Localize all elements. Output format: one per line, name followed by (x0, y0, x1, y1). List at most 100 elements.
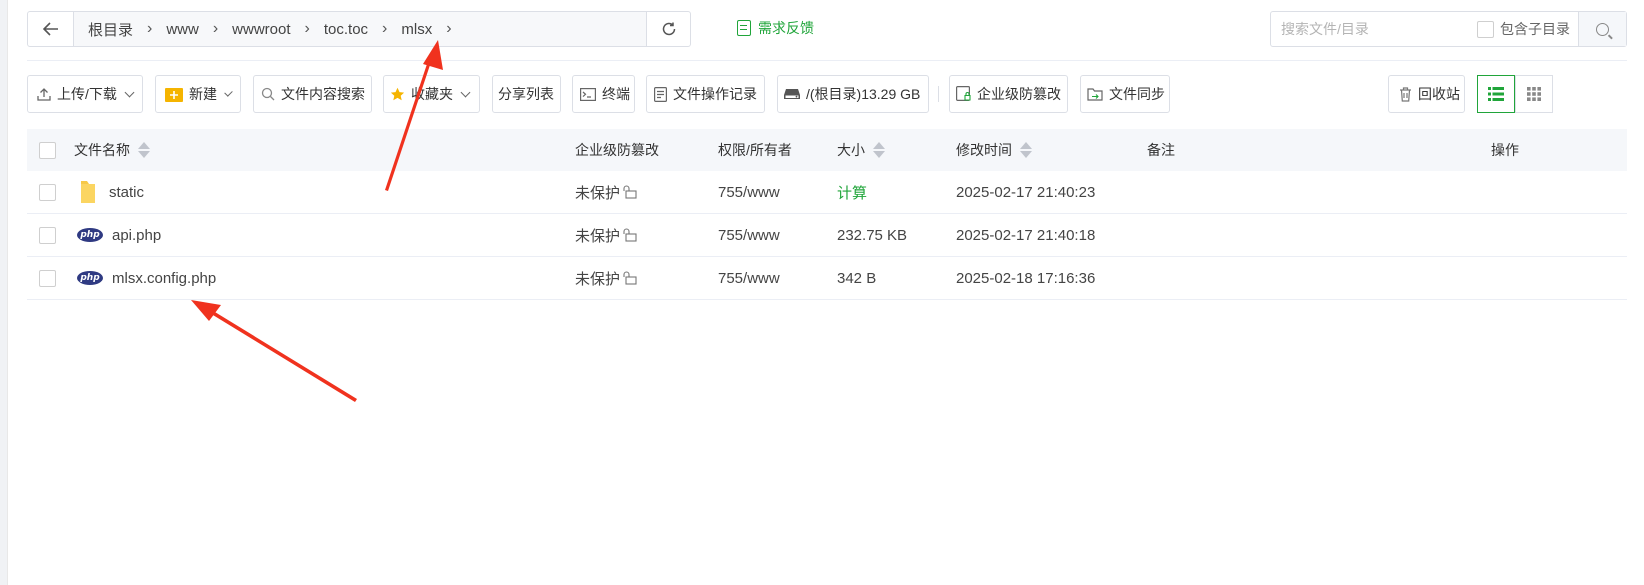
unlock-icon (623, 271, 637, 285)
column-perm: 权限/所有者 (718, 142, 792, 158)
chevron-down-icon (124, 87, 135, 97)
tamper-label: 企业级防篡改 (977, 86, 1061, 102)
column-mtime[interactable]: 修改时间 (956, 140, 1032, 160)
list-view-icon (1488, 87, 1504, 101)
disk-icon (784, 88, 800, 100)
favorites-button[interactable]: 收藏夹 (383, 75, 480, 113)
recycle-label: 回收站 (1418, 86, 1460, 102)
folder-icon (81, 181, 95, 203)
sync-folder-icon (1087, 87, 1103, 101)
tamper-protection-button[interactable]: 企业级防篡改 (949, 75, 1068, 113)
protect-status: 未保护 (575, 270, 621, 288)
file-name[interactable]: api.php (112, 227, 161, 244)
protect-status: 未保护 (575, 227, 621, 245)
search-input[interactable] (1281, 14, 1461, 44)
new-label: 新建 (189, 86, 217, 102)
protect-status: 未保护 (575, 184, 621, 202)
arrow-left-icon (42, 22, 58, 36)
table-row[interactable]: php api.php 未保护 755/www 232.75 KB 2025-0… (27, 214, 1627, 257)
table-row[interactable]: php mlsx.config.php 未保护 755/www 342 B 20… (27, 257, 1627, 300)
column-note: 备注 (1147, 142, 1175, 158)
favorites-label: 收藏夹 (411, 86, 453, 102)
search-box: 包含子目录 (1270, 11, 1627, 47)
header-mtime-label: 修改时间 (956, 142, 1012, 158)
sort-icon (138, 142, 150, 158)
file-name-cell[interactable]: static (74, 180, 144, 204)
row-checkbox[interactable] (39, 183, 56, 201)
trash-icon (1399, 86, 1412, 102)
php-file-icon: php (77, 271, 103, 285)
breadcrumb-wwwroot[interactable]: wwwroot (226, 21, 296, 38)
grid-view-button[interactable] (1515, 75, 1553, 113)
breadcrumb-toc[interactable]: toc.toc (318, 21, 374, 38)
perm-cell[interactable]: 755/www (718, 227, 780, 244)
share-list-label: 分享列表 (498, 86, 554, 102)
feedback-link[interactable]: 需求反馈 (737, 18, 814, 38)
table-row[interactable]: static 未保护 755/www 计算 2025-02-17 21:40:2… (27, 171, 1627, 214)
recycle-bin-button[interactable]: 回收站 (1388, 75, 1465, 113)
include-subdir-label: 包含子目录 (1500, 21, 1570, 37)
unlock-icon (623, 185, 637, 199)
feedback-label: 需求反馈 (758, 20, 814, 36)
file-name[interactable]: mlsx.config.php (112, 270, 216, 287)
chevron-down-icon (224, 87, 233, 97)
shield-doc-icon (956, 86, 971, 102)
protect-cell[interactable]: 未保护 (575, 268, 637, 289)
star-icon (390, 87, 405, 102)
file-manager: 根目录 › www › wwwroot › toc.toc › mlsx › 需… (27, 0, 1627, 585)
column-name[interactable]: 文件名称 (74, 140, 150, 160)
size-cell: 232.75 KB (837, 226, 908, 244)
table-header: 文件名称 企业级防篡改 权限/所有者 大小 修改时间 备注 操作 (27, 129, 1627, 171)
perm-cell[interactable]: 755/www (718, 270, 780, 287)
include-subdir-checkbox[interactable]: 包含子目录 (1477, 19, 1570, 39)
protect-cell[interactable]: 未保护 (575, 225, 637, 246)
file-name[interactable]: static (109, 184, 144, 201)
breadcrumb-root[interactable]: 根目录 (82, 19, 139, 40)
select-all-checkbox[interactable] (39, 141, 56, 159)
search-icon (261, 87, 275, 101)
terminal-button[interactable]: 终端 (572, 75, 635, 113)
search-button[interactable] (1578, 12, 1626, 46)
disk-label: /(根目录)13.29 GB (806, 86, 921, 102)
share-list-button[interactable]: 分享列表 (492, 75, 561, 113)
grid-view-icon (1527, 87, 1541, 101)
upload-download-button[interactable]: 上传/下载 (27, 75, 143, 113)
left-edge-panel (0, 0, 8, 585)
unlock-icon (623, 228, 637, 242)
header-size-label: 大小 (837, 142, 865, 158)
column-ops: 操作 (1491, 142, 1519, 158)
row-checkbox[interactable] (39, 226, 56, 244)
file-log-button[interactable]: 文件操作记录 (646, 75, 765, 113)
breadcrumb-www[interactable]: www (160, 21, 205, 38)
file-sync-button[interactable]: 文件同步 (1080, 75, 1170, 113)
sort-icon (873, 142, 885, 158)
size-cell: 342 B (837, 269, 877, 287)
disk-button[interactable]: /(根目录)13.29 GB (777, 75, 929, 113)
list-view-button[interactable] (1477, 75, 1515, 113)
mtime-cell: 2025-02-18 17:16:36 (956, 269, 1096, 287)
perm-cell[interactable]: 755/www (718, 184, 780, 201)
refresh-button[interactable] (646, 12, 690, 46)
breadcrumb-mlsx[interactable]: mlsx (395, 21, 438, 38)
new-button[interactable]: 新建 (155, 75, 241, 113)
header-divider (27, 60, 1627, 61)
protect-cell[interactable]: 未保护 (575, 182, 637, 203)
log-icon (654, 86, 667, 102)
content-search-label: 文件内容搜索 (281, 86, 365, 102)
file-name-cell[interactable]: php api.php (74, 227, 161, 244)
chevron-right-icon: › (304, 20, 310, 37)
row-checkbox[interactable] (39, 269, 56, 287)
sync-label: 文件同步 (1109, 86, 1165, 102)
file-name-cell[interactable]: php mlsx.config.php (74, 270, 216, 287)
search-icon (1596, 22, 1609, 36)
chevron-right-icon: › (446, 20, 452, 37)
calc-size-link[interactable]: 计算 (837, 182, 867, 203)
back-button[interactable] (28, 12, 74, 46)
chevron-right-icon: › (382, 20, 388, 37)
mtime-cell: 2025-02-17 21:40:18 (956, 226, 1096, 244)
terminal-icon (580, 87, 596, 101)
column-size[interactable]: 大小 (837, 140, 885, 160)
checkbox-icon (1477, 20, 1494, 38)
sort-icon (1020, 142, 1032, 158)
content-search-button[interactable]: 文件内容搜索 (253, 75, 372, 113)
